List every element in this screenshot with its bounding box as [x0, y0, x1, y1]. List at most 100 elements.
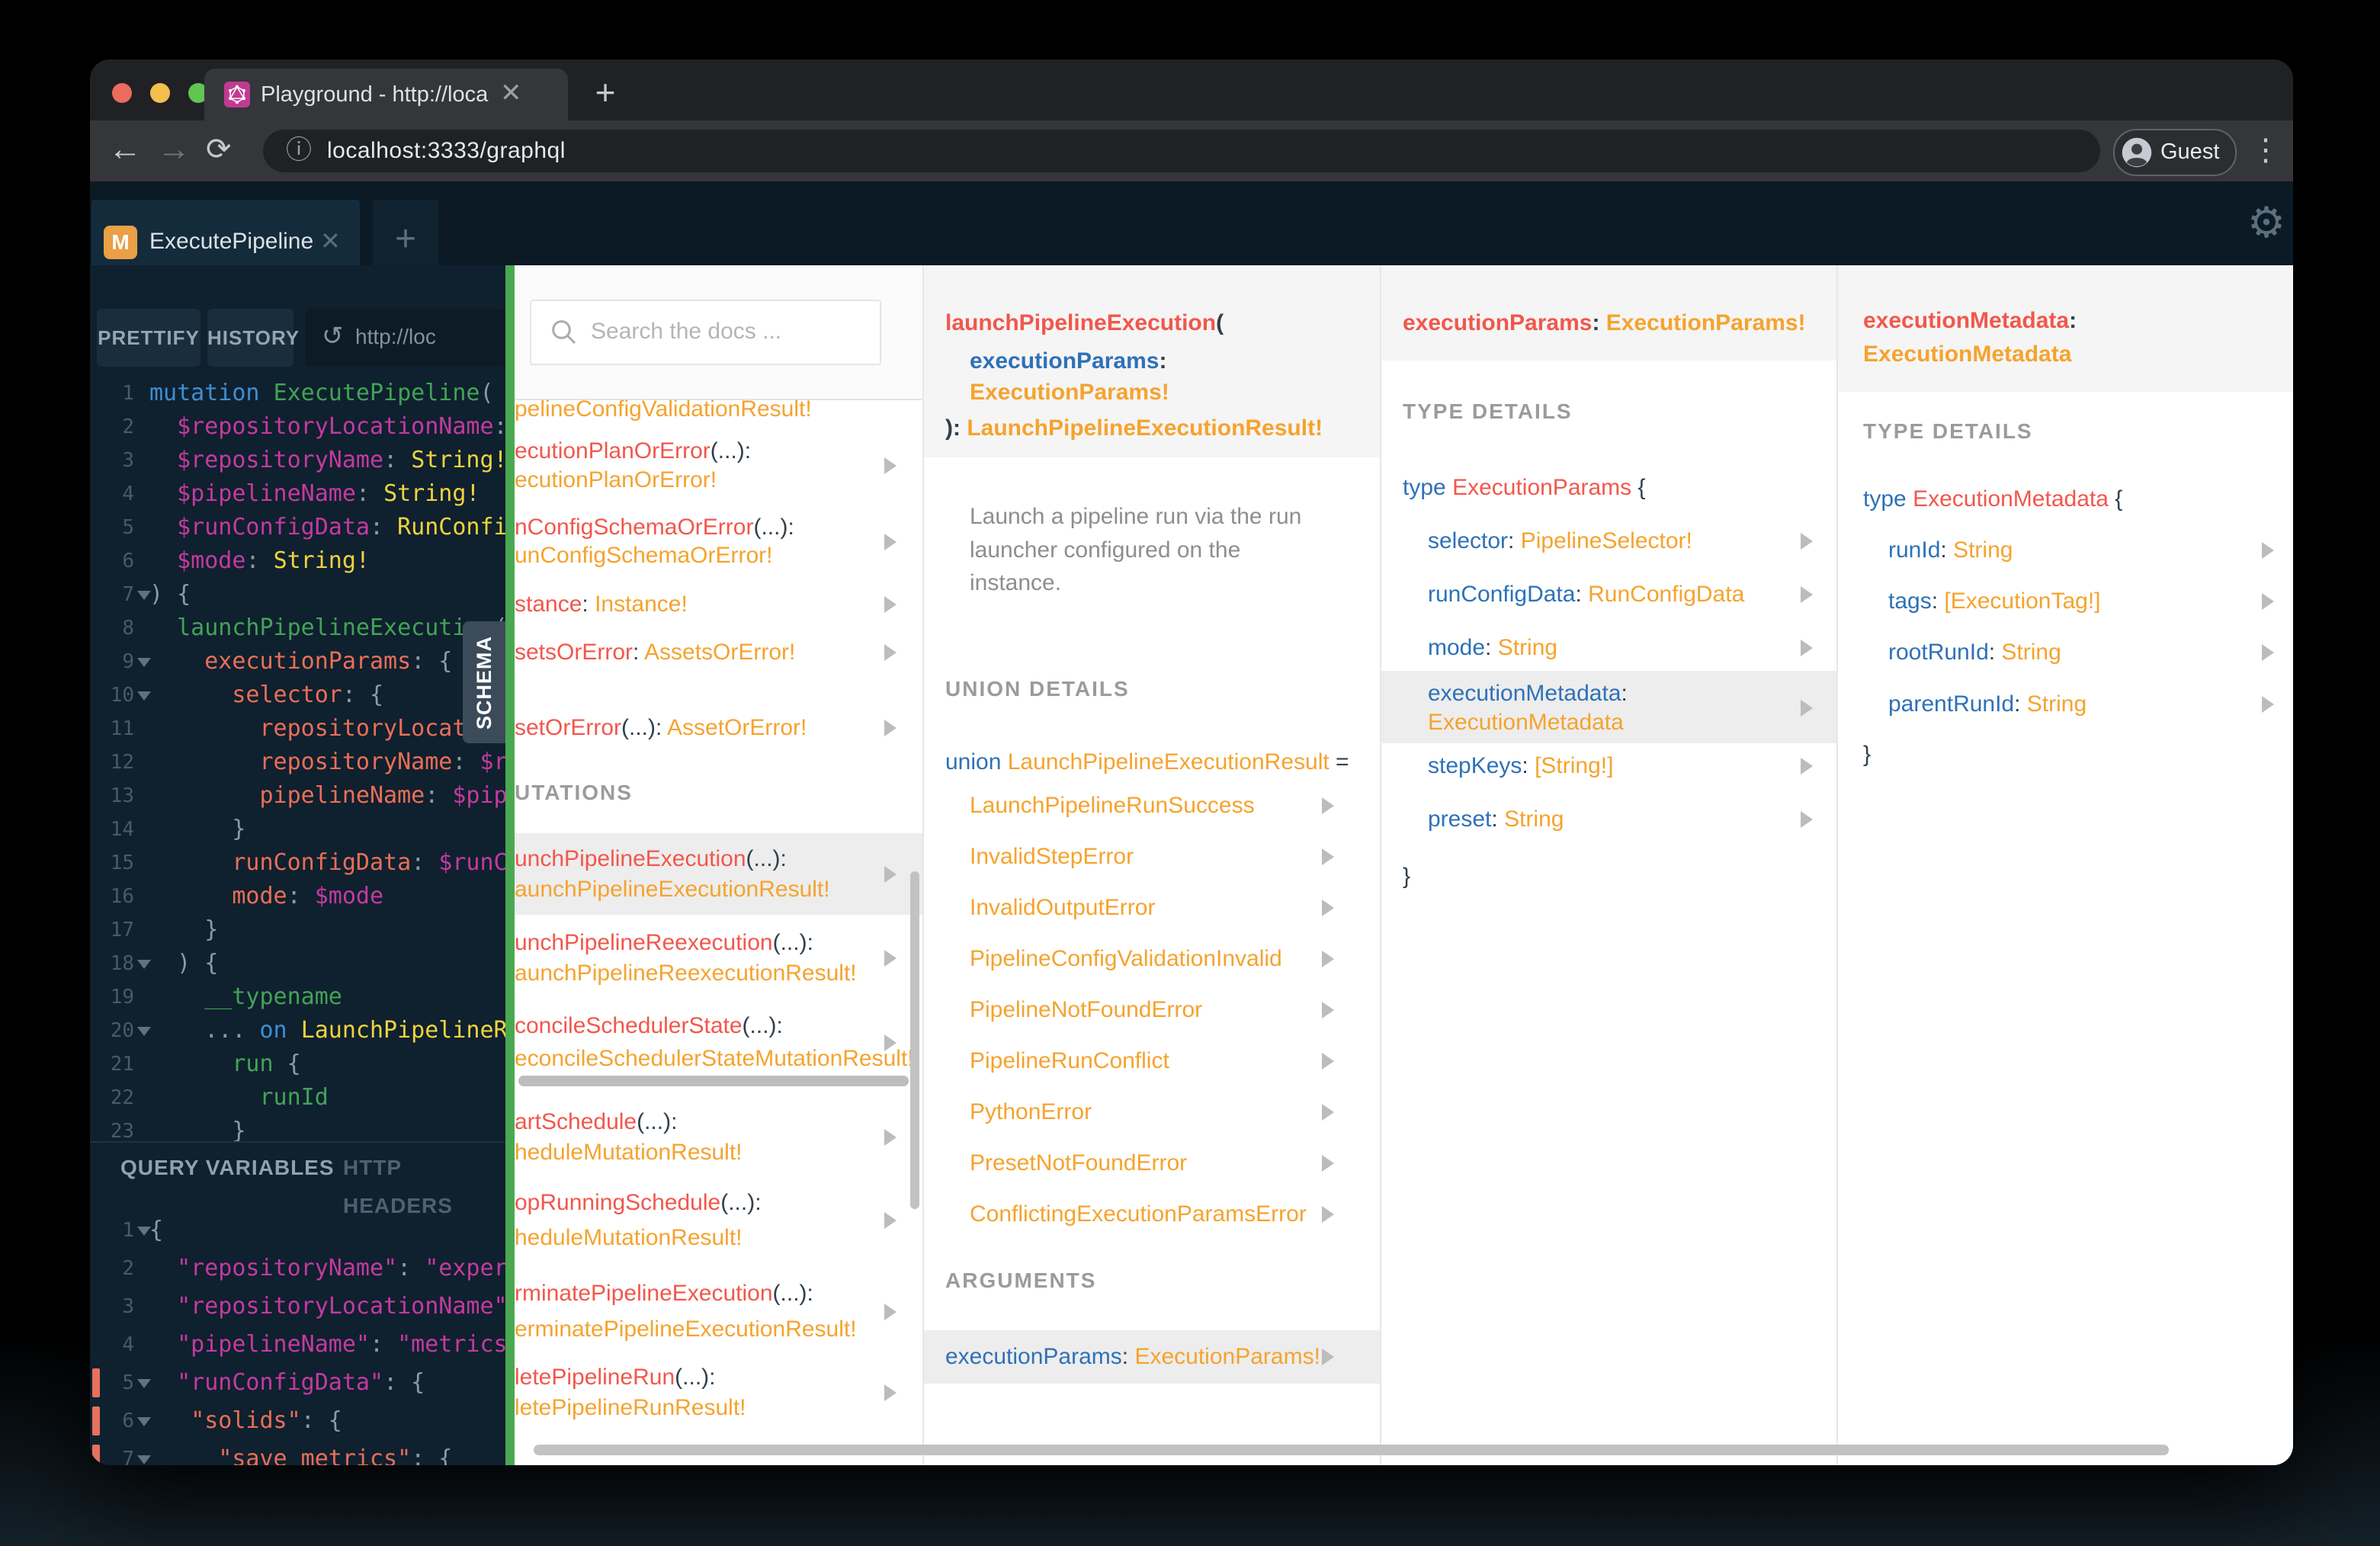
expand-arrow-icon[interactable]: [884, 457, 897, 474]
doc-entry[interactable]: stance: Instance!: [515, 592, 688, 617]
profile-chip[interactable]: Guest: [2113, 129, 2237, 176]
doc-type-field[interactable]: runId: String: [1888, 537, 2013, 563]
doc-type-field[interactable]: selector: PipelineSelector!: [1428, 528, 1692, 554]
doc-type-field[interactable]: ExecutionMetadata: [1428, 710, 1624, 736]
doc-entry[interactable]: unchPipelineExecution(...):: [515, 846, 787, 872]
doc-entry[interactable]: heduleMutationResult!: [515, 1225, 743, 1251]
doc-entry[interactable]: artSchedule(...):: [515, 1109, 677, 1135]
doc-union-decl[interactable]: union LaunchPipelineExecutionResult =: [945, 749, 1349, 775]
close-window-button[interactable]: [112, 83, 132, 103]
doc-entry[interactable]: letePipelineRunResult!: [515, 1395, 746, 1421]
doc-argument[interactable]: executionParams: ExecutionParams!: [945, 1344, 1320, 1370]
doc-type-decl[interactable]: type ExecutionParams {: [1403, 475, 1646, 501]
doc-type-field[interactable]: tags: [ExecutionTag!]: [1888, 589, 2101, 614]
doc-union-member[interactable]: PipelineNotFoundError: [970, 997, 1202, 1023]
address-bar[interactable]: ⓘ localhost:3333/graphql: [263, 130, 2100, 172]
back-icon[interactable]: ←: [108, 120, 142, 181]
doc-union-member[interactable]: PipelineConfigValidationInvalid: [970, 946, 1282, 972]
expand-arrow-icon[interactable]: [1801, 758, 1813, 775]
doc-field-signature[interactable]: ExecutionMetadata: [1863, 342, 2071, 367]
expand-arrow-icon[interactable]: [884, 1303, 897, 1320]
doc-entry[interactable]: opRunningSchedule(...):: [515, 1190, 762, 1216]
expand-arrow-icon[interactable]: [884, 1034, 897, 1051]
new-tab-button[interactable]: +: [584, 69, 627, 120]
doc-field-signature[interactable]: executionParams: ExecutionParams!: [1403, 310, 1806, 336]
expand-arrow-icon[interactable]: [1322, 797, 1334, 814]
doc-entry[interactable]: nConfigSchemaOrError(...):: [515, 515, 794, 540]
minimize-window-button[interactable]: [150, 83, 170, 103]
doc-type-field[interactable]: runConfigData: RunConfigData: [1428, 582, 1744, 608]
doc-union-member[interactable]: InvalidOutputError: [970, 895, 1155, 921]
doc-type-field[interactable]: executionMetadata:: [1428, 681, 1628, 707]
doc-entry[interactable]: aunchPipelineExecutionResult!: [515, 877, 830, 903]
expand-arrow-icon[interactable]: [1322, 951, 1334, 967]
expand-arrow-icon[interactable]: [2262, 542, 2274, 559]
tab-close-icon[interactable]: ✕: [500, 69, 522, 120]
expand-arrow-icon[interactable]: [1322, 1349, 1334, 1365]
doc-field-signature[interactable]: executionMetadata:: [1863, 308, 2077, 334]
doc-type-field[interactable]: parentRunId: String: [1888, 691, 2087, 717]
expand-arrow-icon[interactable]: [1801, 640, 1813, 656]
expand-arrow-icon[interactable]: [1322, 848, 1334, 865]
doc-type-field[interactable]: preset: String: [1428, 807, 1564, 832]
expand-arrow-icon[interactable]: [1801, 586, 1813, 603]
expand-arrow-icon[interactable]: [884, 866, 897, 883]
doc-entry[interactable]: ecutionPlanOrError(...):: [515, 438, 751, 464]
docs-horizontal-scrollbar[interactable]: [534, 1445, 2169, 1455]
settings-gear-icon[interactable]: ⚙: [2224, 181, 2293, 265]
expand-arrow-icon[interactable]: [884, 644, 897, 661]
doc-entry[interactable]: setOrError(...): AssetOrError!: [515, 715, 807, 741]
expand-arrow-icon[interactable]: [884, 533, 897, 550]
expand-arrow-icon[interactable]: [884, 1212, 897, 1229]
doc-close-brace[interactable]: }: [1863, 742, 1871, 768]
expand-arrow-icon[interactable]: [884, 1129, 897, 1146]
column-horizontal-scrollbar[interactable]: [518, 1076, 909, 1086]
browser-tab[interactable]: Playground - http://localhost:3 ✕: [204, 69, 568, 120]
expand-arrow-icon[interactable]: [884, 596, 897, 613]
variables-editor[interactable]: 1{2 "repositoryName": "experiments" 3 "re…: [90, 1143, 505, 1465]
doc-type-field[interactable]: stepKeys: [String!]: [1428, 753, 1613, 779]
browser-menu-icon[interactable]: ⋮: [2250, 120, 2281, 181]
docs-search-input[interactable]: [589, 301, 867, 362]
docs-vertical-scrollbar[interactable]: [910, 871, 919, 1209]
doc-entry[interactable]: unConfigSchemaOrError!: [515, 543, 772, 569]
doc-entry[interactable]: rminatePipelineExecution(...):: [515, 1281, 813, 1307]
tab-schema[interactable]: SCHEMA: [463, 621, 505, 743]
doc-union-member[interactable]: PresetNotFoundError: [970, 1150, 1187, 1176]
expand-arrow-icon[interactable]: [1322, 1053, 1334, 1070]
forward-icon[interactable]: →: [157, 120, 191, 181]
doc-entry[interactable]: unchPipelineReexecution(...):: [515, 930, 813, 956]
doc-field-signature[interactable]: executionParams:: [970, 348, 1166, 374]
expand-arrow-icon[interactable]: [2262, 696, 2274, 713]
doc-union-member[interactable]: InvalidStepError: [970, 844, 1134, 870]
doc-union-member[interactable]: PythonError: [970, 1099, 1092, 1125]
doc-entry[interactable]: letePipelineRun(...):: [515, 1365, 715, 1390]
doc-field-signature[interactable]: ): LaunchPipelineExecutionResult!: [945, 415, 1323, 441]
expand-arrow-icon[interactable]: [1322, 1206, 1334, 1223]
expand-arrow-icon[interactable]: [1322, 1002, 1334, 1018]
editor-pane[interactable]: PRETTIFY HISTORY ↺ http://loc 1 mutation …: [90, 265, 505, 1465]
doc-field-signature[interactable]: launchPipelineExecution(: [945, 310, 1224, 336]
doc-close-brace[interactable]: }: [1403, 864, 1410, 890]
expand-arrow-icon[interactable]: [1801, 811, 1813, 828]
doc-field-signature[interactable]: ExecutionParams!: [970, 380, 1169, 406]
site-info-icon[interactable]: ⓘ: [286, 130, 312, 172]
doc-entry[interactable]: ecutionPlanOrError!: [515, 467, 717, 493]
doc-union-member[interactable]: ConflictingExecutionParamsError: [970, 1201, 1307, 1227]
doc-entry[interactable]: pelineConfigValidationResult!: [515, 396, 812, 422]
expand-arrow-icon[interactable]: [884, 950, 897, 967]
expand-arrow-icon[interactable]: [1801, 700, 1813, 717]
expand-arrow-icon[interactable]: [2262, 593, 2274, 610]
doc-entry[interactable]: econcileSchedulerStateMutationResult!: [515, 1046, 914, 1072]
doc-entry[interactable]: concileSchedulerState(...):: [515, 1013, 783, 1039]
doc-entry[interactable]: heduleMutationResult!: [515, 1140, 743, 1166]
doc-union-member[interactable]: LaunchPipelineRunSuccess: [970, 793, 1255, 819]
doc-union-member[interactable]: PipelineRunConflict: [970, 1048, 1169, 1074]
doc-entry[interactable]: erminatePipelineExecutionResult!: [515, 1317, 857, 1342]
expand-arrow-icon[interactable]: [2262, 644, 2274, 661]
expand-arrow-icon[interactable]: [1801, 533, 1813, 550]
docs-search-box[interactable]: [530, 300, 881, 365]
doc-entry[interactable]: setsOrError: AssetsOrError!: [515, 640, 795, 666]
doc-type-decl[interactable]: type ExecutionMetadata {: [1863, 486, 2122, 512]
reload-icon[interactable]: ⟳: [206, 120, 232, 181]
